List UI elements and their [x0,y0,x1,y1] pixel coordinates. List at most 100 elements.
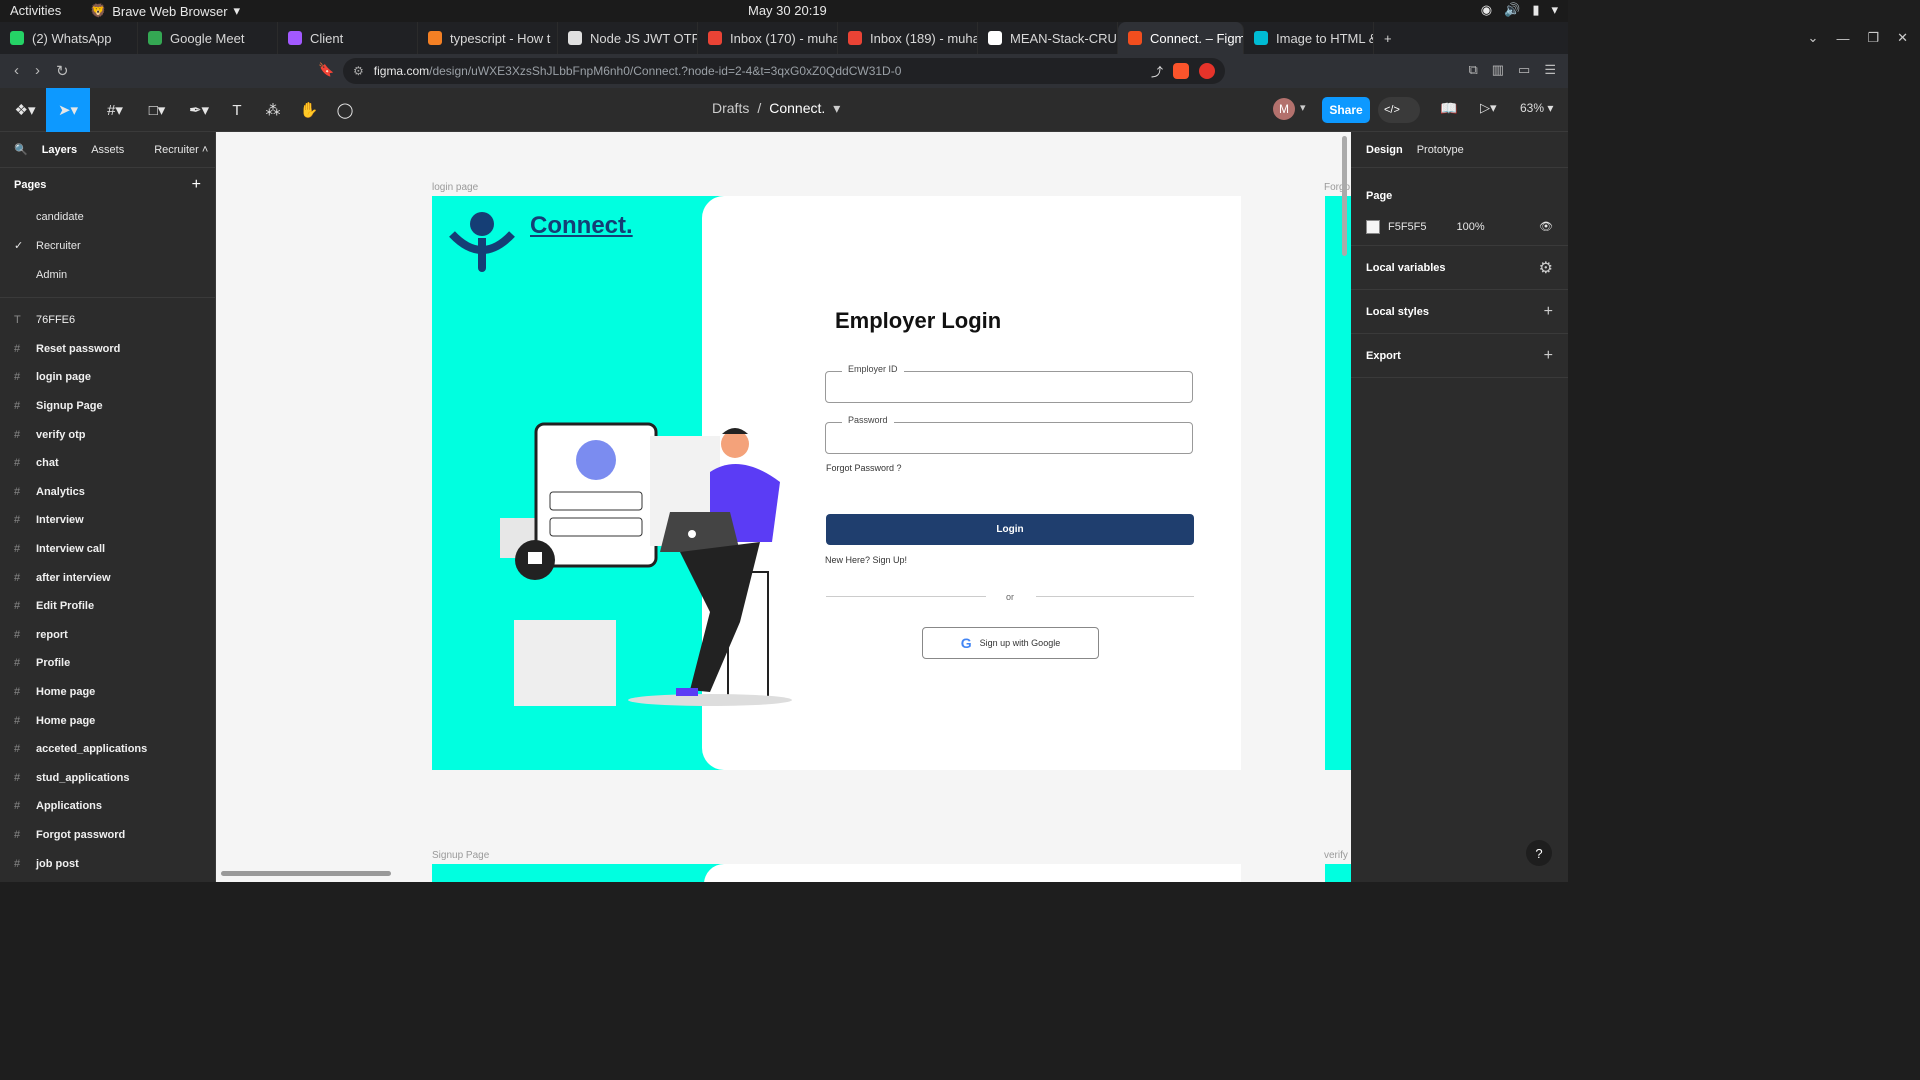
tab-list-icon[interactable]: ⌄ [1808,30,1819,46]
layer-item[interactable]: # verify otp [0,420,215,449]
frame-tool-icon[interactable]: #▾ [98,88,132,132]
frame-label-signup[interactable]: Signup Page [432,850,489,861]
help-icon[interactable]: ? [1526,840,1552,866]
browser-tab[interactable]: (2) WhatsApp [0,22,138,54]
extensions-icon[interactable]: ⧉ [1468,62,1477,78]
minimize-icon[interactable]: — [1836,31,1849,46]
layer-item[interactable]: # chat [0,449,215,478]
move-tool-icon[interactable]: ➤▾ [46,88,90,132]
back-icon[interactable]: ‹ [14,62,19,80]
browser-tab[interactable]: Connect. – Figm✕ [1118,22,1244,54]
verify-frame[interactable] [1325,864,1351,882]
login-page-frame[interactable]: Connect. Employer Login Employer ID Pass… [432,196,1241,770]
sidebar-icon[interactable]: ▥ [1492,62,1504,78]
frame-label-verify[interactable]: verify [1324,850,1348,861]
password-field[interactable]: Password [825,415,1193,454]
forgot-password-link[interactable]: Forgot Password ? [826,463,902,473]
forgot-password-frame[interactable] [1325,196,1351,770]
file-name[interactable]: Connect. [769,100,825,117]
url-field[interactable]: ⚙ figma.com/design/uWXE3XzsShJLbbFnpM6nh… [343,58,1225,84]
layer-item[interactable]: # report [0,621,215,650]
system-tray[interactable]: ◉ 🔊 ▮ ▾ [1481,2,1558,18]
menu-icon[interactable]: ☰ [1544,62,1556,78]
browser-menu[interactable]: 🦁 Brave Web Browser ▾ [90,3,240,19]
browser-tab[interactable]: Inbox (189) - muha [838,22,978,54]
dev-mode-toggle[interactable]: </> [1378,97,1420,123]
variables-settings-icon[interactable]: ⚙ [1539,258,1553,278]
tab-prototype[interactable]: Prototype [1417,144,1464,156]
brave-shield-icon[interactable] [1173,63,1189,79]
layer-item[interactable]: # Home page [0,706,215,735]
page-color-swatch[interactable] [1366,219,1380,234]
maximize-icon[interactable]: ❐ [1867,30,1879,46]
layer-item[interactable]: # Analytics [0,478,215,507]
layer-item[interactable]: # job post [0,849,215,878]
layer-item[interactable]: # Forgot password [0,821,215,850]
layer-item[interactable]: T 76FFE6 [0,306,215,335]
reload-icon[interactable]: ↻ [56,62,69,80]
browser-tab[interactable]: Client [278,22,418,54]
layer-item[interactable]: # Signup Page [0,392,215,421]
pen-tool-icon[interactable]: ✒▾ [182,88,216,132]
google-signup-button[interactable]: G Sign up with Google [922,627,1099,659]
layer-item[interactable]: # Interview call [0,535,215,564]
browser-tab[interactable]: Node JS JWT OTP [558,22,698,54]
add-style-icon[interactable]: + [1544,303,1553,321]
avatar[interactable]: M [1273,98,1295,120]
close-window-icon[interactable]: ✕ [1897,30,1908,46]
frame-label-login[interactable]: login page [432,182,478,193]
library-icon[interactable]: 📖 [1440,100,1457,117]
tab-design[interactable]: Design [1366,144,1403,156]
new-tab-icon[interactable]: + [1374,22,1402,54]
browser-tab[interactable]: Inbox (170) - muha [698,22,838,54]
chevron-down-icon[interactable]: ▾ [1300,101,1306,114]
clock[interactable]: May 30 20:19 [748,3,827,18]
browser-tab[interactable]: Google Meet [138,22,278,54]
layer-item[interactable]: # after interview [0,563,215,592]
chevron-down-icon[interactable]: ▾ [833,100,840,117]
drafts-link[interactable]: Drafts [712,100,749,117]
layer-item[interactable]: # Profile [0,649,215,678]
vertical-scrollbar[interactable] [1342,136,1347,256]
horizontal-scrollbar[interactable] [221,871,391,876]
zoom-level[interactable]: 63% ▾ [1520,101,1553,115]
signup-link[interactable]: New Here? Sign Up! [825,555,907,565]
tab-layers[interactable]: Layers [42,144,77,156]
figma-menu-icon[interactable]: ❖▾ [8,88,42,132]
page-item[interactable]: candidate [0,202,215,231]
page-selector[interactable]: Recruiter ˄ [154,144,208,156]
layer-item[interactable]: # acceted_applications [0,735,215,764]
share-url-icon[interactable]: ⤴ [1151,63,1163,80]
text-tool-icon[interactable]: T [222,88,252,132]
shape-tool-icon[interactable]: □▾ [140,88,174,132]
employer-id-field[interactable]: Employer ID [825,364,1193,403]
page-item[interactable]: ✓ Recruiter [0,231,215,260]
hand-tool-icon[interactable]: ✋ [294,88,324,132]
page-color-opacity[interactable]: 100% [1457,221,1485,233]
layer-item[interactable]: # Reset password [0,335,215,364]
eye-icon[interactable]: 👁 [1539,220,1553,233]
signup-frame[interactable] [432,864,1241,882]
layer-item[interactable]: # login page [0,363,215,392]
layer-item[interactable]: # Applications [0,792,215,821]
share-button[interactable]: Share [1322,97,1370,123]
login-button[interactable]: Login [826,514,1194,545]
search-icon[interactable]: 🔍 [14,143,28,156]
brave-rewards-icon[interactable] [1199,63,1215,79]
activities-button[interactable]: Activities [10,3,61,18]
comment-tool-icon[interactable]: ◯ [330,88,360,132]
page-item[interactable]: Admin [0,260,215,289]
design-canvas[interactable]: login page Forgo Signup Page verify Conn… [216,132,1351,882]
add-export-icon[interactable]: + [1544,347,1553,365]
site-settings-icon[interactable]: ⚙ [353,64,364,78]
browser-tab[interactable]: typescript - How t [418,22,558,54]
forward-icon[interactable]: › [35,62,40,80]
page-color-hex[interactable]: F5F5F5 [1388,221,1427,233]
tab-assets[interactable]: Assets [91,144,124,156]
layer-item[interactable]: # Interview [0,506,215,535]
layer-item[interactable]: # stud_applications [0,764,215,793]
resources-icon[interactable]: ⁂ [258,88,288,132]
layer-item[interactable]: # Edit Profile [0,592,215,621]
wallet-icon[interactable]: ▭ [1518,62,1530,78]
layer-item[interactable]: # Home page [0,678,215,707]
